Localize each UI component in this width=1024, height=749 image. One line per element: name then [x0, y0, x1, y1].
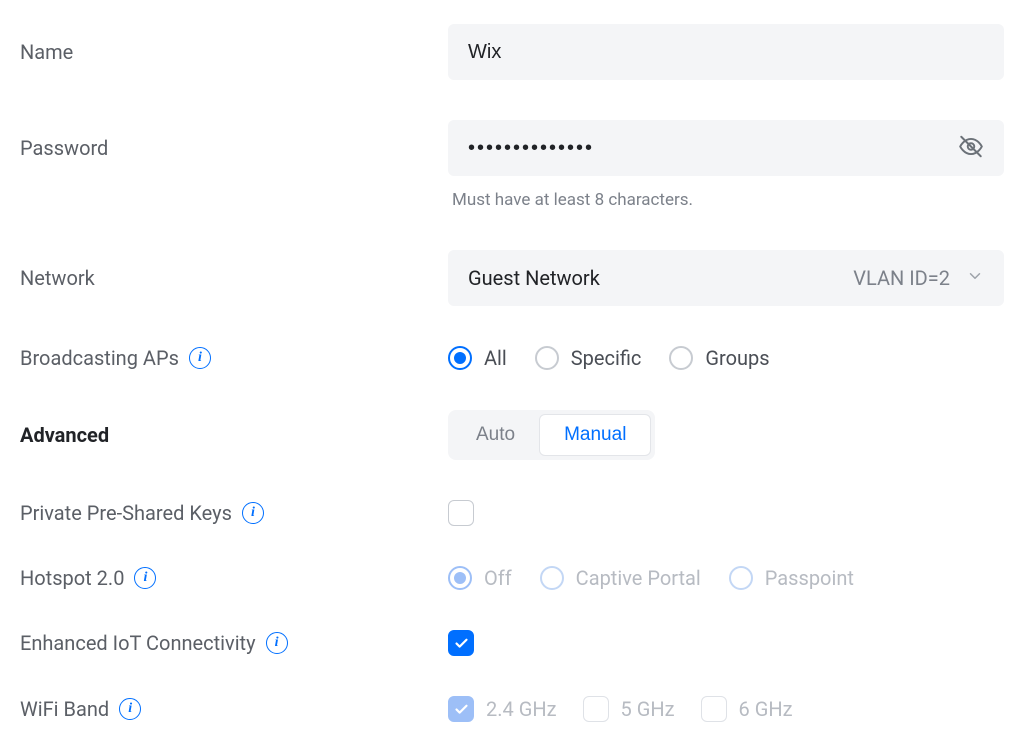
advanced-row: Advanced Auto Manual [20, 410, 1004, 460]
check-icon [454, 636, 469, 651]
password-row: Password Must have at least 8 characters… [20, 120, 1004, 210]
hotspot-label-wrap: Hotspot 2.0 i [20, 566, 448, 590]
broadcasting-info-icon[interactable]: i [189, 347, 211, 369]
name-input-wrap [448, 24, 1004, 80]
iot-info-icon[interactable]: i [266, 632, 288, 654]
broadcasting-label-wrap: Broadcasting APs i [20, 346, 448, 370]
hotspot-radio-captive: Captive Portal [540, 566, 701, 590]
network-row: Network Guest Network VLAN ID=2 [20, 250, 1004, 306]
wifi-band-6-label: 6 GHz [739, 697, 793, 721]
iot-row: Enhanced IoT Connectivity i [20, 630, 1004, 656]
ppsk-info-icon[interactable]: i [242, 502, 264, 524]
chevron-down-icon [966, 266, 984, 290]
broadcasting-radio-specific[interactable]: Specific [535, 346, 642, 370]
ppsk-checkbox[interactable] [448, 500, 474, 526]
name-input[interactable] [448, 24, 1004, 80]
wifi-band-label: WiFi Band [20, 697, 109, 721]
hotspot-radio-passpoint: Passpoint [729, 566, 854, 590]
radio-label: Groups [705, 346, 769, 370]
radio-label: Off [484, 566, 512, 590]
toggle-password-visibility-button[interactable] [954, 130, 988, 167]
wifi-band-5-label: 5 GHz [621, 697, 675, 721]
iot-checkbox[interactable] [448, 630, 474, 656]
broadcasting-label: Broadcasting APs [20, 346, 179, 370]
radio-indicator [729, 566, 753, 590]
eye-off-icon [958, 134, 984, 163]
wifi-band-5-item: 5 GHz [583, 696, 675, 722]
wifi-band-24-checkbox [448, 696, 474, 722]
name-row: Name [20, 24, 1004, 80]
radio-label: Captive Portal [576, 566, 701, 590]
password-input-wrap [448, 120, 1004, 176]
radio-indicator [669, 346, 693, 370]
advanced-label: Advanced [20, 423, 448, 447]
hotspot-row: Hotspot 2.0 i Off Captive Portal Passpoi… [20, 566, 1004, 590]
wifi-band-info-icon[interactable]: i [119, 698, 141, 720]
ppsk-label: Private Pre-Shared Keys [20, 501, 232, 525]
password-hint: Must have at least 8 characters. [448, 190, 693, 210]
hotspot-label: Hotspot 2.0 [20, 566, 124, 590]
password-input[interactable] [448, 120, 1004, 176]
wifi-band-row: WiFi Band i 2.4 GHz 5 GHz [20, 696, 1004, 722]
wifi-band-check-group: 2.4 GHz 5 GHz 6 GHz [448, 696, 793, 722]
wifi-band-label-wrap: WiFi Band i [20, 697, 448, 721]
radio-indicator [540, 566, 564, 590]
check-icon [454, 702, 469, 717]
password-label: Password [20, 120, 448, 160]
advanced-auto-button[interactable]: Auto [452, 414, 539, 456]
name-label: Name [20, 40, 448, 64]
broadcasting-radio-group: All Specific Groups [448, 346, 770, 370]
ppsk-label-wrap: Private Pre-Shared Keys i [20, 501, 448, 525]
wifi-band-5-checkbox [583, 696, 609, 722]
hotspot-radio-off: Off [448, 566, 512, 590]
network-select-value: Guest Network [468, 266, 600, 290]
broadcasting-radio-groups[interactable]: Groups [669, 346, 769, 370]
wifi-band-24-item: 2.4 GHz [448, 696, 557, 722]
radio-indicator [448, 346, 472, 370]
broadcasting-row: Broadcasting APs i All Specific Groups [20, 346, 1004, 370]
advanced-manual-button[interactable]: Manual [539, 414, 651, 456]
network-vlan-text: VLAN ID=2 [853, 266, 950, 290]
hotspot-radio-group: Off Captive Portal Passpoint [448, 566, 854, 590]
ppsk-row: Private Pre-Shared Keys i [20, 500, 1004, 526]
radio-indicator [535, 346, 559, 370]
broadcasting-radio-all[interactable]: All [448, 346, 507, 370]
iot-label: Enhanced IoT Connectivity [20, 631, 256, 655]
radio-label: Specific [571, 346, 642, 370]
iot-label-wrap: Enhanced IoT Connectivity i [20, 631, 448, 655]
advanced-segmented: Auto Manual [448, 410, 655, 460]
radio-indicator [448, 566, 472, 590]
radio-label: Passpoint [765, 566, 854, 590]
radio-label: All [484, 346, 507, 370]
wifi-band-6-item: 6 GHz [701, 696, 793, 722]
hotspot-info-icon[interactable]: i [134, 567, 156, 589]
network-select[interactable]: Guest Network VLAN ID=2 [448, 250, 1004, 306]
wifi-band-24-label: 2.4 GHz [486, 697, 557, 721]
network-select-right: VLAN ID=2 [853, 266, 984, 290]
wifi-band-6-checkbox [701, 696, 727, 722]
network-label: Network [20, 266, 448, 290]
